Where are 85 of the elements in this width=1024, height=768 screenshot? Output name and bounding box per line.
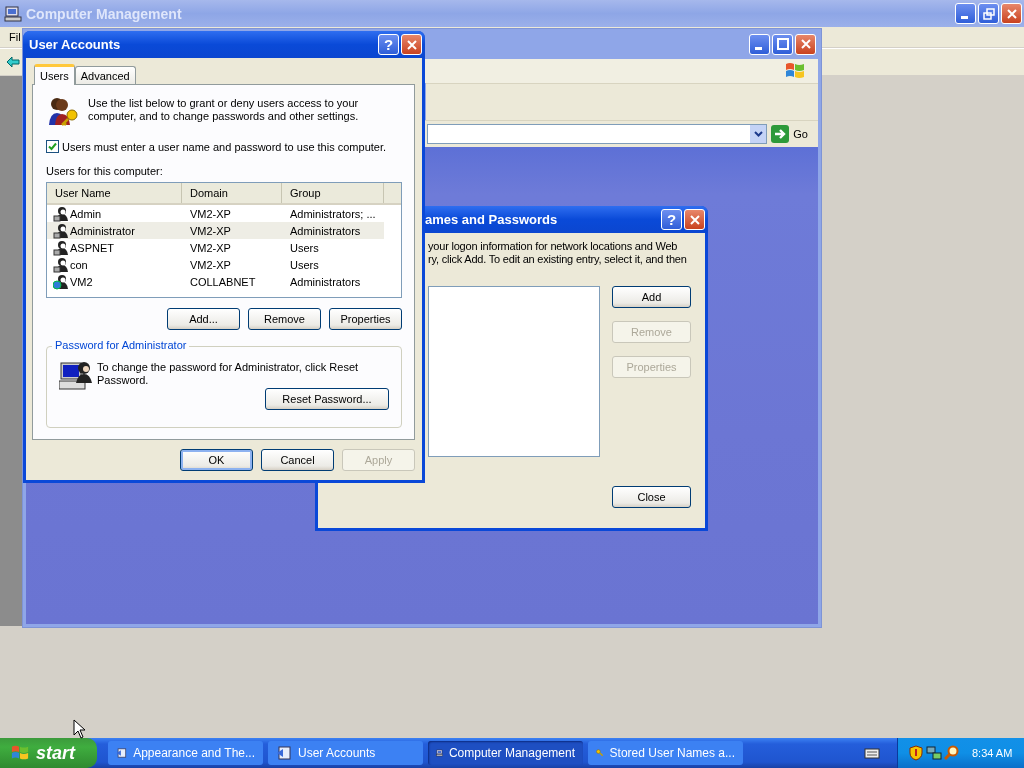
restore-button[interactable] [978,3,999,24]
address-field[interactable] [427,124,768,144]
description-text: your logon information for network locations and Web [428,240,678,253]
cursor-icon [73,719,86,739]
checkbox[interactable] [46,140,59,153]
intro-text: Use the list below to grant or deny users access to your computer, and to change passwords and other settings. [88,96,360,123]
password-text: To change the password for Administrator, click Reset Password. [97,360,360,387]
close-dialog-button[interactable]: Close [612,486,691,508]
list-row[interactable]: Administrator VM2-XP Administrators [47,222,384,239]
table-cell-text: VM2-XP [189,258,232,271]
table-cell: Administrator [70,224,135,237]
window-title: ames and Passwords [425,212,558,227]
close-button[interactable] [795,33,816,55]
close-icon [799,38,812,50]
close-icon [1005,7,1018,20]
close-button[interactable] [684,209,705,230]
minimize-button[interactable] [955,3,976,24]
clock: 8:34 AM [972,747,1013,759]
computer-icon [4,5,22,22]
window-title: User Accounts [29,37,121,52]
minimize-button[interactable] [749,33,770,55]
taskbar-button[interactable]: Appearance and The... [108,741,263,765]
list-row[interactable]: VM2 COLLABNET Administrators [47,273,384,290]
close-button[interactable] [1001,3,1022,24]
list-label: Users for this computer: [46,165,164,177]
users-key-icon [46,95,80,127]
close-icon [405,38,418,51]
list-row[interactable]: ASPNET VM2-XP Users [47,239,384,256]
list-button[interactable]: Add... [167,308,240,330]
table-cell-text: Users [289,258,320,271]
maximize-icon [776,38,789,50]
checkbox-label: Users must enter a user name and password to use this computer. [62,140,387,153]
table-cell: VM2 [70,275,93,288]
dialog-button[interactable]: Add [612,286,691,308]
minimize-icon [960,16,968,19]
table-cell: con [70,258,88,271]
group-title: Password for Administrator [52,339,190,351]
reset-password-button[interactable]: Reset Password... [265,388,389,410]
close-button[interactable] [401,34,422,55]
keyboard-icon[interactable] [864,747,880,759]
computer-user-icon [59,359,93,391]
table-cell-text: VM2-XP [189,241,232,254]
tab[interactable]: Users [34,64,75,85]
table-cell-text: COLLABNET [189,275,257,288]
network-icon[interactable] [926,745,942,761]
list-row[interactable]: Admin VM2-XP Administrators; ... [47,205,384,222]
table-cell-text: VM2-XP [189,207,232,220]
tab[interactable]: Advanced [74,66,136,84]
help-button[interactable]: ? [378,34,399,55]
taskbar-button[interactable]: Stored User Names a... [588,741,743,765]
table-cell: Admin [70,207,102,220]
table-cell-text: Users [289,241,320,254]
windows-flag-icon [784,61,806,81]
credentials-list[interactable] [428,286,600,457]
list-button[interactable]: Properties [329,308,402,330]
dialog-button[interactable]: Cancel [261,449,334,471]
menu-item[interactable]: Fil [0,31,21,43]
description-text: ry, click Add. To edit an existing entry, select it, and then [428,253,687,266]
column-header[interactable]: User Name [47,183,182,203]
list-row[interactable]: con VM2-XP Users [47,256,384,273]
taskbar-button[interactable]: User Accounts [268,741,423,765]
shield-icon[interactable] [908,745,924,761]
caret-icon [753,131,763,137]
maximize-button[interactable] [772,33,793,55]
window-title: Computer Management [26,5,182,22]
dropdown-button[interactable] [750,125,767,143]
table-cell-text: VM2-XP [189,224,232,237]
back-arrow-icon[interactable] [6,56,20,68]
close-icon [688,213,701,226]
taskbar-button[interactable]: Computer Management [428,741,583,765]
column-header[interactable]: Group [282,183,384,203]
restore-icon [982,7,995,20]
window-icon [116,745,128,761]
window-icon [276,745,292,761]
column-header[interactable]: Domain [182,183,282,203]
help-button[interactable]: ? [661,209,682,230]
dialog-button[interactable]: OK [180,449,253,471]
search-icon[interactable] [944,745,960,761]
table-cell: ASPNET [70,241,114,254]
list-button[interactable]: Remove [248,308,321,330]
table-cell-text: Administrators; ... [289,207,377,220]
table-cell-text: Administrators [289,224,362,237]
table-cell-text: Administrators [289,275,362,288]
go-button[interactable]: Go [767,125,808,143]
windows-flag-icon [10,744,30,762]
